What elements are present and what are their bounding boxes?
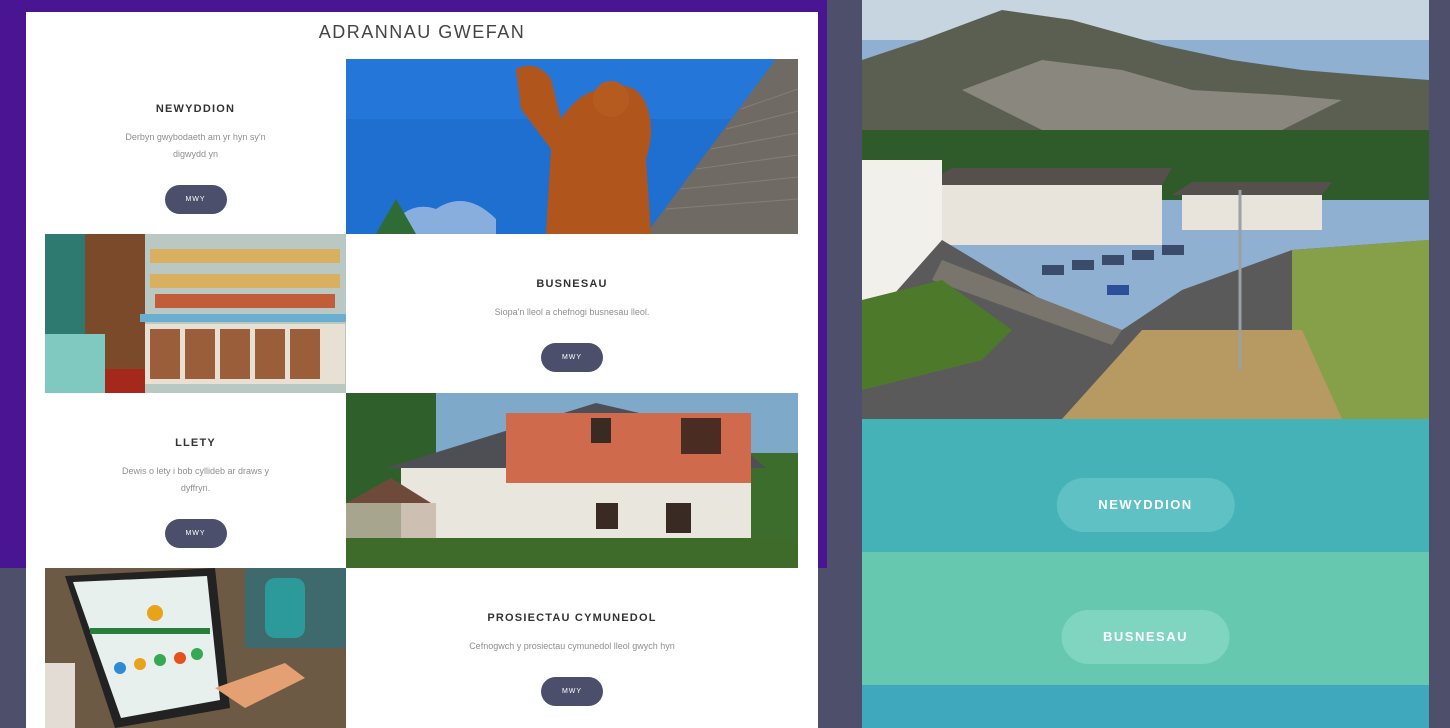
section-row: BUSNESAU Siopa'n lleol a chefnogi busnes… xyxy=(45,234,798,393)
card-title: NEWYDDION xyxy=(155,103,236,115)
card-busnesau: BUSNESAU Siopa'n lleol a chefnogi busnes… xyxy=(346,234,798,393)
village-photo xyxy=(862,0,1429,419)
card-description: Derbyn gwybodaeth am yr hyn sy'n digwydd… xyxy=(125,132,266,159)
teal-band-next xyxy=(862,685,1429,728)
teal-band-business: BUSNESAU xyxy=(862,552,1429,685)
sculpture-photo xyxy=(346,59,798,234)
busnesau-button[interactable]: BUSNESAU xyxy=(1061,610,1230,664)
section-row: NEWYDDION Derbyn gwybodaeth am yr hyn sy… xyxy=(45,59,798,234)
house-photo xyxy=(346,393,798,568)
section-heading: ADRANNAU GWEFAN xyxy=(318,22,526,42)
card-description: Siopa'n lleol a chefnogi busnesau lleol. xyxy=(494,307,650,317)
teal-band-news: NEWYDDION xyxy=(862,419,1429,552)
card-title: LLETY xyxy=(175,437,216,449)
newyddion-more-button[interactable]: MWY xyxy=(164,185,227,214)
card-title: PROSIECTAU CYMUNEDOL xyxy=(487,612,657,624)
card-llety: LLETY Dewis o lety i bob cyllideb ar dra… xyxy=(45,393,346,568)
busnesau-more-button[interactable]: MWY xyxy=(541,343,603,372)
laptop-photo xyxy=(45,568,346,728)
card-description: Cefnogwch y prosiectau cymunedol lleol g… xyxy=(469,641,675,651)
prosiectau-more-button[interactable]: MWY xyxy=(541,677,603,706)
site-sections-panel: ADRANNAU GWEFAN NEWYDDION Derbyn gwyboda… xyxy=(26,12,818,728)
llety-more-button[interactable]: MWY xyxy=(164,519,227,548)
card-description: Dewis o lety i bob cyllideb ar draws y d… xyxy=(121,466,270,493)
card-newyddion: NEWYDDION Derbyn gwybodaeth am yr hyn sy… xyxy=(45,59,346,234)
shop-interior-photo xyxy=(45,234,346,393)
section-row: LLETY Dewis o lety i bob cyllideb ar dra… xyxy=(45,393,798,568)
newyddion-button[interactable]: NEWYDDION xyxy=(1056,478,1235,532)
card-prosiectau: PROSIECTAU CYMUNEDOL Cefnogwch y prosiec… xyxy=(346,568,798,728)
section-row: PROSIECTAU CYMUNEDOL Cefnogwch y prosiec… xyxy=(45,568,798,728)
card-title: BUSNESAU xyxy=(536,278,608,290)
